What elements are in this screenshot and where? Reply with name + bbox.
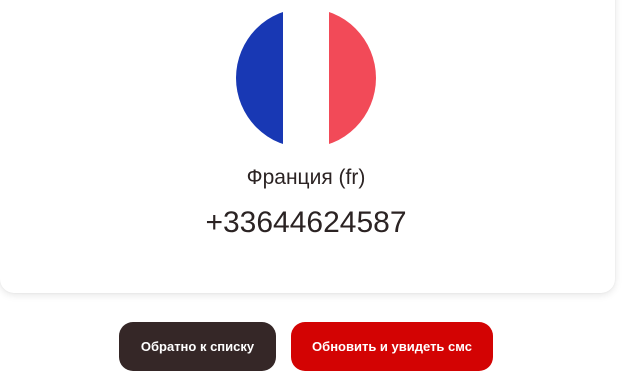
refresh-and-see-sms-button[interactable]: Обновить и увидеть смс (291, 322, 493, 371)
flag-stripe-red (329, 8, 376, 148)
flag-stripe-white (282, 8, 330, 148)
back-to-list-label: Обратно к списку (140, 339, 255, 354)
refresh-label: Обновить и увидеть смс (312, 339, 472, 354)
flag-stripe-blue (236, 8, 283, 148)
page: Франция (fr) +33644624587 Обратно к спис… (0, 0, 624, 388)
country-name: Франция (fr) (246, 166, 366, 189)
france-flag-icon (236, 8, 376, 148)
number-card: Франция (fr) +33644624587 (0, 0, 615, 293)
phone-number[interactable]: +33644624587 (0, 206, 612, 240)
back-to-list-button[interactable]: Обратно к списку (119, 322, 276, 371)
